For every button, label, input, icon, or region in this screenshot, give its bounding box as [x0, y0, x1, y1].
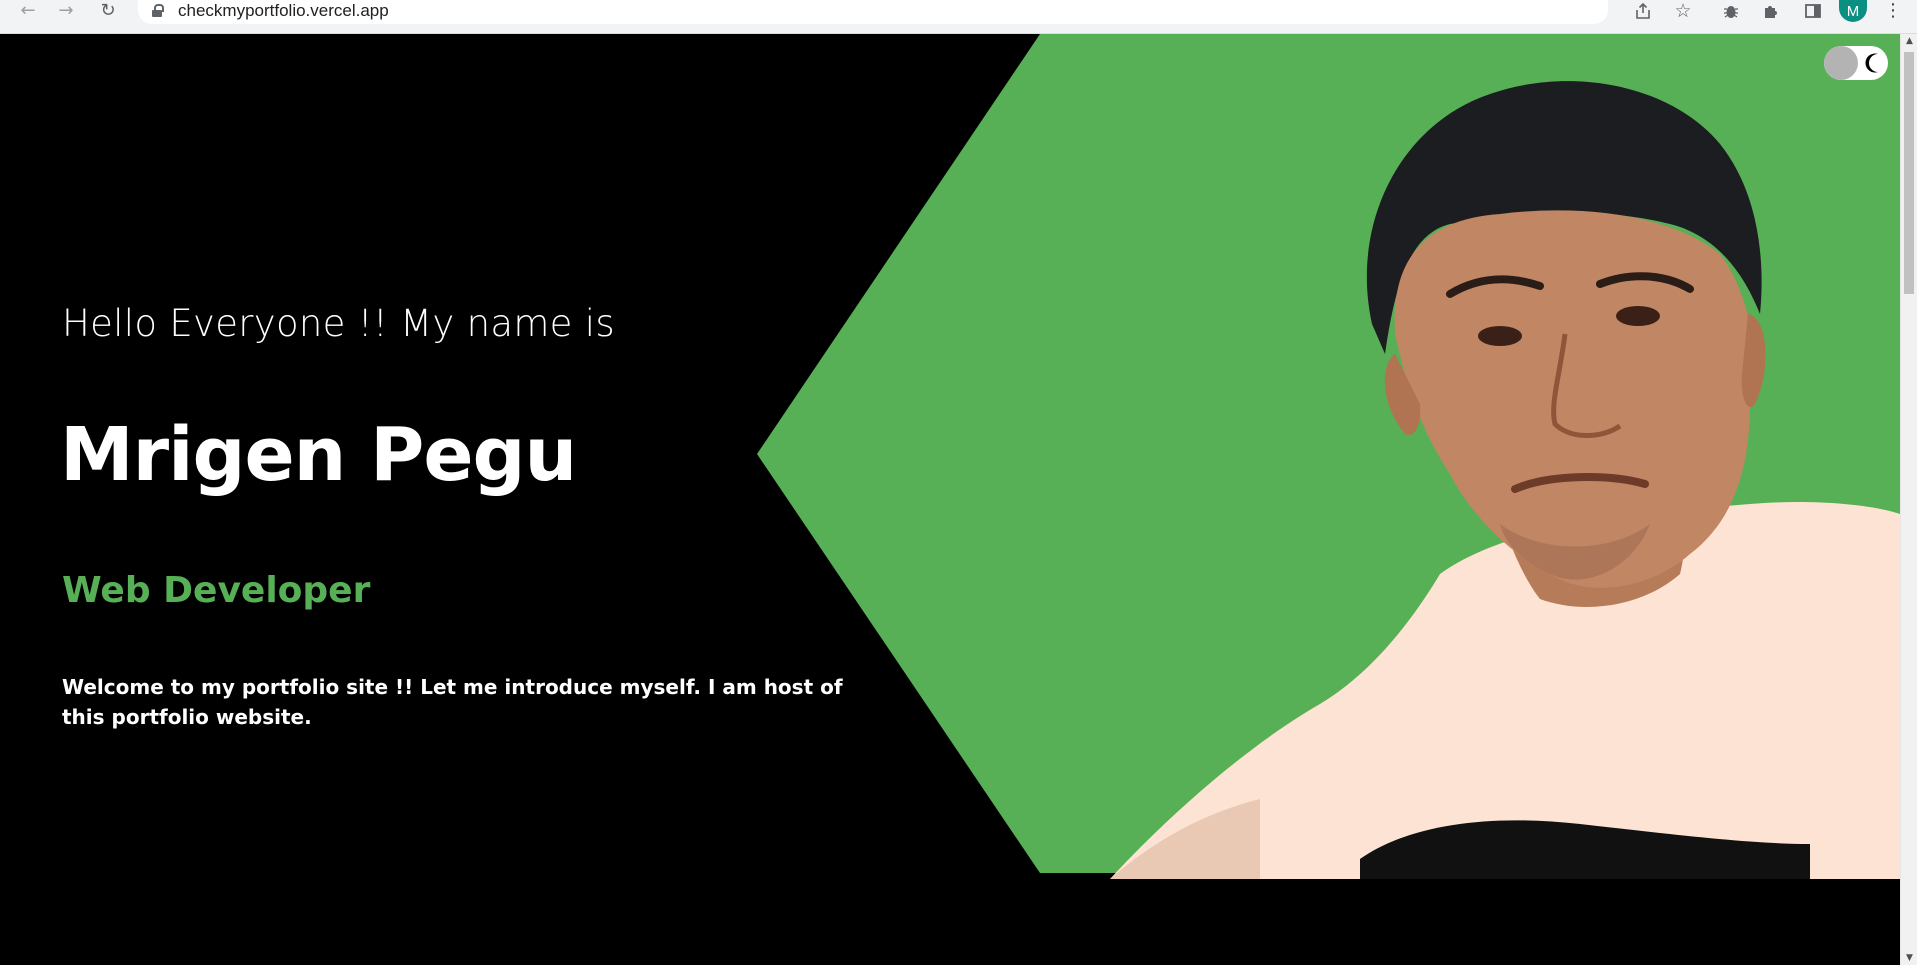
url-text[interactable]: checkmyportfolio.vercel.app	[178, 1, 389, 21]
browser-toolbar: ← → ↻ checkmyportfolio.vercel.app ☆ M ⋮	[0, 0, 1917, 34]
bug-extension-icon[interactable]	[1718, 0, 1744, 22]
theme-toggle[interactable]	[1824, 46, 1888, 80]
reload-icon[interactable]: ↻	[94, 0, 122, 22]
scrollbar-thumb[interactable]	[1904, 52, 1914, 294]
forward-arrow-icon[interactable]: →	[52, 0, 80, 22]
portfolio-page: Hello Everyone !! My name is Mrigen Pegu…	[0, 34, 1900, 965]
back-arrow-icon[interactable]: ←	[14, 0, 42, 22]
share-icon[interactable]	[1630, 0, 1656, 22]
page-scrollbar[interactable]: ▲ ▼	[1900, 34, 1917, 965]
profile-avatar[interactable]: M	[1839, 0, 1867, 22]
profile-photo	[1110, 81, 1900, 879]
bookmark-star-icon[interactable]: ☆	[1670, 0, 1696, 22]
side-panel-icon[interactable]	[1800, 0, 1826, 22]
moon-icon	[1865, 53, 1878, 73]
kebab-menu-icon[interactable]: ⋮	[1880, 0, 1906, 22]
hero-intro-text: Welcome to my portfolio site !! Let me i…	[62, 675, 843, 729]
extensions-puzzle-icon[interactable]	[1758, 0, 1784, 22]
hero-role: Web Developer	[62, 570, 371, 611]
hero-name: Mrigen Pegu	[60, 412, 577, 498]
lock-icon[interactable]	[152, 4, 164, 17]
address-bar[interactable]: checkmyportfolio.vercel.app	[138, 0, 1608, 24]
scroll-down-arrow-icon[interactable]: ▼	[1901, 951, 1917, 965]
toggle-knob[interactable]	[1824, 46, 1858, 80]
greeting-text: Hello Everyone !! My name is	[62, 302, 615, 345]
scroll-up-arrow-icon[interactable]: ▲	[1901, 34, 1917, 48]
